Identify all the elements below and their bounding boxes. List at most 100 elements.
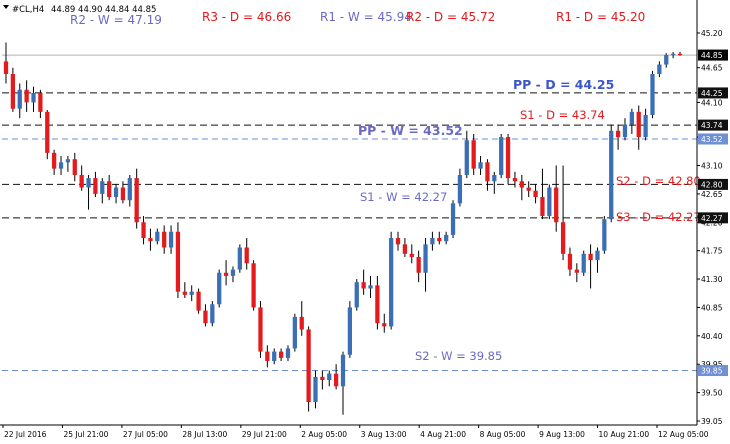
candle-bear <box>588 253 593 261</box>
x-tick-label: 8 Aug 05:00 <box>480 430 526 439</box>
x-tick-label: 4 Aug 21:00 <box>420 430 466 439</box>
candle-bull <box>292 316 297 349</box>
y-tick-label: 44.65 <box>701 64 723 73</box>
candle-bear <box>93 178 98 194</box>
level-axis-tag-label: 42.80 <box>701 180 723 189</box>
candle-bear <box>505 137 511 179</box>
candle-bull <box>457 174 463 204</box>
candle-bull <box>609 130 614 220</box>
candle-bear <box>52 152 57 169</box>
candle-bear <box>251 263 256 308</box>
candle-bull <box>230 269 236 276</box>
level-axis-tag-label: 43.74 <box>701 121 723 130</box>
current-price-tag-label: 44.85 <box>701 51 723 60</box>
candle-bull <box>354 282 359 308</box>
candle-bull <box>664 55 669 65</box>
candle-bear <box>402 244 408 254</box>
y-tick-label: 41.30 <box>701 275 723 284</box>
candle-bull <box>602 219 607 251</box>
candle-bear <box>485 162 490 182</box>
pivot-level-label: R1 - W = 45.94 <box>320 10 412 24</box>
candle-bull <box>210 304 215 324</box>
candle-bear <box>265 351 270 362</box>
y-tick-label: 45.20 <box>701 29 723 38</box>
candle-bear <box>244 247 249 264</box>
candle-bull <box>444 234 449 242</box>
level-axis-tag-label: 44.25 <box>701 89 723 98</box>
candle-bear <box>333 373 339 387</box>
candle-bear <box>79 174 84 188</box>
candle-bull <box>58 162 64 169</box>
candle-bull <box>237 247 242 270</box>
y-tick-label: 40.40 <box>701 332 723 341</box>
candle-bear <box>175 231 181 292</box>
candle-bear <box>471 140 476 169</box>
symbol-label: #CL,H4 <box>12 5 44 15</box>
x-tick-label: 25 Jul 21:00 <box>63 430 108 439</box>
candle-bull <box>155 231 160 242</box>
candle-bull <box>168 231 174 248</box>
candle-bear <box>560 222 566 254</box>
pivot-level-label: S2 - D = 42.80 <box>616 174 701 188</box>
candle-bull <box>423 244 428 273</box>
x-tick-label: 12 Aug 05:00 <box>658 430 709 439</box>
candle-bull <box>127 178 132 201</box>
candle-bull <box>86 178 91 188</box>
candle-bear <box>574 269 579 273</box>
candle-bear <box>258 307 263 352</box>
candle-bear <box>636 111 641 138</box>
candle-bull <box>492 174 497 182</box>
candle-bear <box>395 238 401 245</box>
candle-bear <box>107 181 112 198</box>
candle-bull <box>31 92 36 103</box>
candle-bear <box>182 291 187 295</box>
y-tick-label: 40.85 <box>701 303 723 312</box>
pivot-level-label: R3 - D = 46.66 <box>202 10 291 24</box>
candle-bear <box>223 272 229 276</box>
candle-bear <box>375 285 380 324</box>
x-tick-label: 22 Jul 2016 <box>4 430 47 439</box>
candle-bull <box>430 238 435 245</box>
candle-bear <box>45 111 50 153</box>
candle-bear <box>320 376 325 380</box>
level-axis-tag-label: 39.85 <box>701 367 723 376</box>
candle-bull <box>650 74 655 116</box>
candle-bull <box>285 348 291 358</box>
candle-bear <box>24 89 29 103</box>
pivot-level-label: R2 - D = 45.72 <box>406 10 495 24</box>
candle-bear <box>512 178 518 182</box>
candle-bear <box>299 316 304 330</box>
price-chart[interactable]: R2 - W = 47.19 R3 - D = 46.66 R1 - W = 45.… <box>0 0 730 444</box>
pivot-level-label: R2 - W = 47.19 <box>70 13 162 27</box>
candle-bear <box>416 256 421 273</box>
candle-bull <box>347 307 353 355</box>
candle-bear <box>361 282 366 289</box>
candle-bear <box>540 197 545 216</box>
candle-bull <box>327 373 332 380</box>
pivot-level-label: S2 - W = 39.85 <box>415 349 502 363</box>
candle-bull <box>100 181 105 194</box>
candle-bear <box>306 329 311 403</box>
level-axis-tag-label: 43.52 <box>701 135 723 144</box>
candle-bull <box>17 89 22 109</box>
candle-bear <box>38 92 43 112</box>
candle-bull <box>622 124 628 138</box>
x-tick-label: 10 Aug 21:00 <box>599 430 650 439</box>
candle-bull <box>629 111 634 125</box>
x-tick-label: 28 Jul 13:00 <box>182 430 227 439</box>
candle-bear <box>120 187 126 201</box>
candle-bull <box>581 253 586 273</box>
x-tick-label: 3 Aug 13:00 <box>361 430 407 439</box>
pivot-level-label: S3 - D = 42.27 <box>616 210 701 224</box>
candle-bull <box>657 64 662 75</box>
candle-bear <box>203 310 208 324</box>
y-tick-label: 39.05 <box>701 417 723 426</box>
candle-bear <box>134 178 139 223</box>
candle-bull <box>65 159 71 163</box>
candle-bear <box>162 231 167 248</box>
candle-bull <box>368 285 373 289</box>
candle-bear <box>10 74 16 109</box>
candle-bull <box>189 291 194 295</box>
y-tick-label: 41.75 <box>701 247 723 256</box>
candle-bull <box>272 351 277 362</box>
